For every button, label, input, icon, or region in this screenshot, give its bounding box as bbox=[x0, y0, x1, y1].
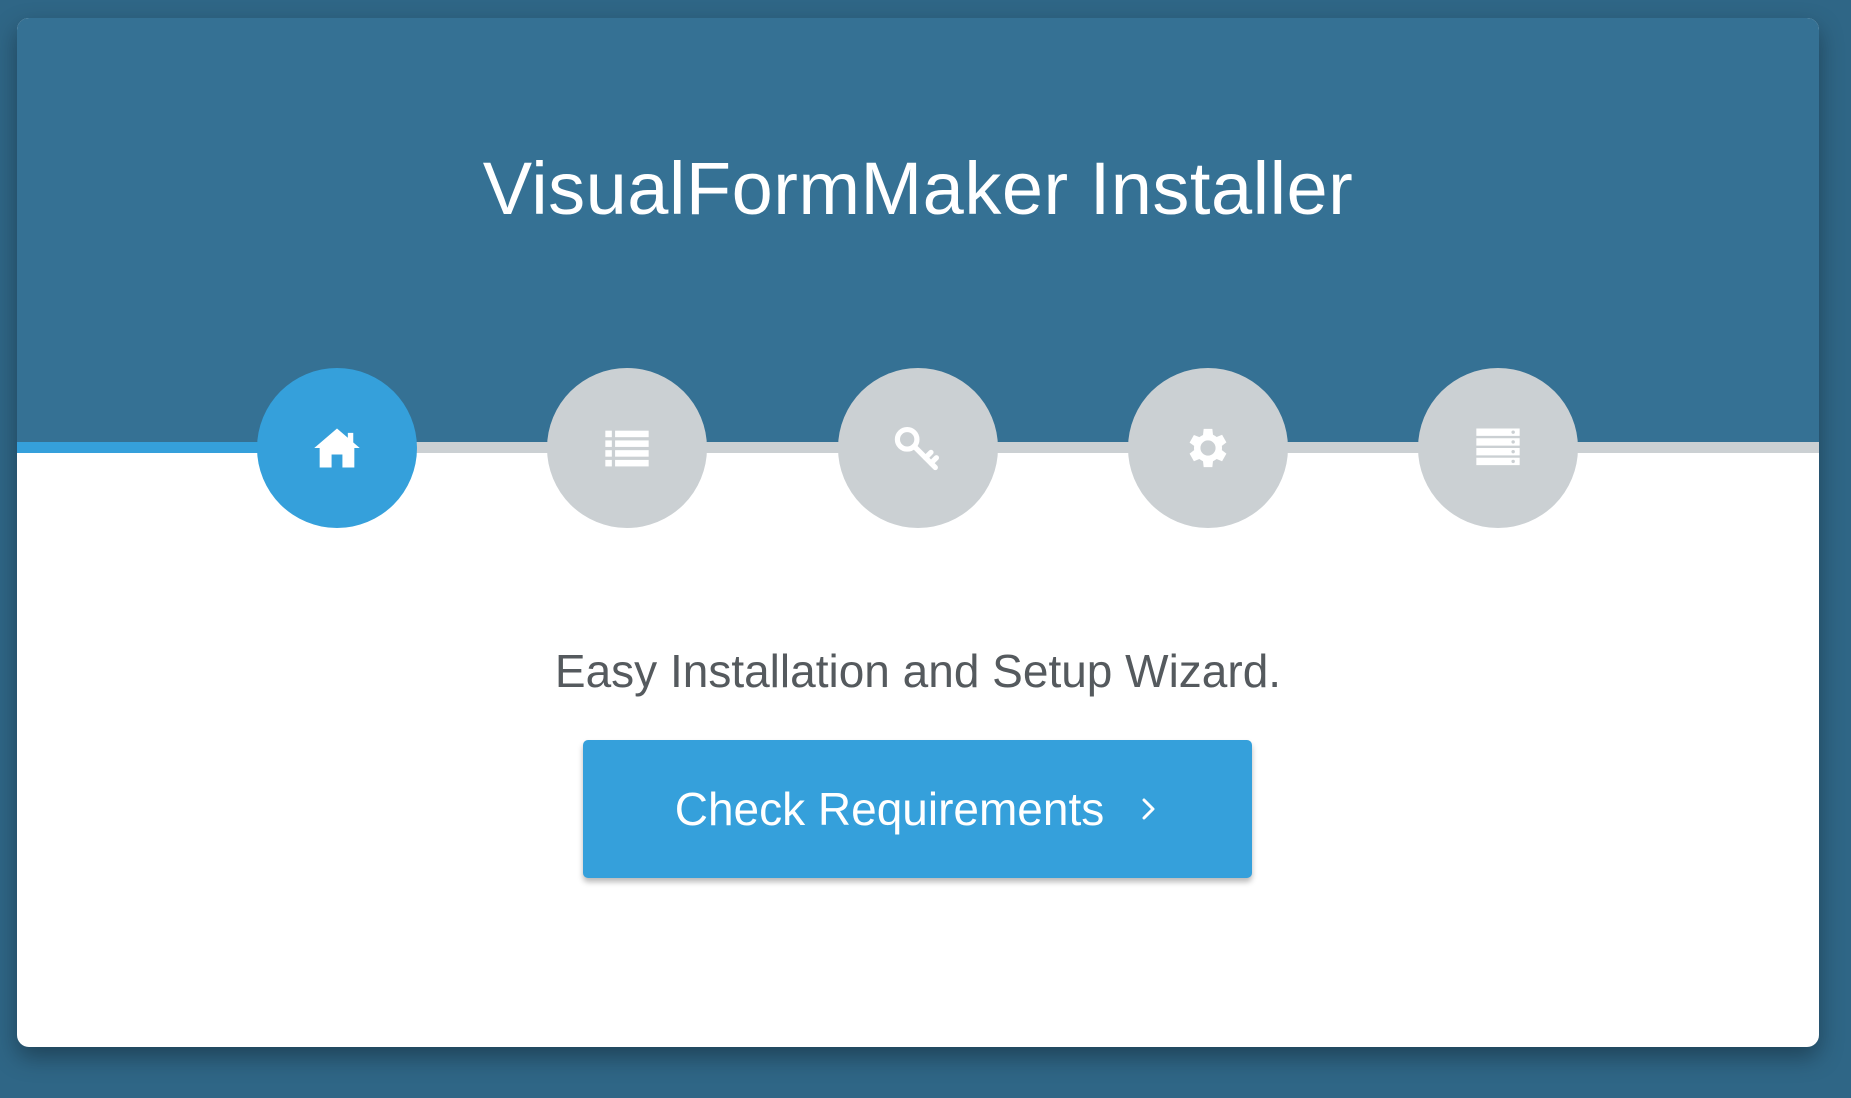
key-icon bbox=[894, 426, 940, 471]
server-icon bbox=[1476, 428, 1520, 466]
step-home[interactable] bbox=[257, 368, 417, 528]
chevron-right-icon bbox=[1142, 798, 1155, 820]
check-requirements-button[interactable]: Check Requirements bbox=[583, 740, 1252, 878]
list-icon bbox=[605, 430, 649, 467]
gear-icon bbox=[1189, 428, 1227, 468]
step-database[interactable] bbox=[1418, 368, 1578, 528]
home-icon bbox=[314, 428, 360, 468]
step-requirements[interactable] bbox=[547, 368, 707, 528]
installer-card: VisualFormMaker Installer Easy Installat… bbox=[17, 18, 1819, 1047]
page-title: VisualFormMaker Installer bbox=[482, 147, 1354, 230]
wizard-subtitle: Easy Installation and Setup Wizard. bbox=[554, 645, 1282, 697]
check-requirements-label: Check Requirements bbox=[674, 783, 1105, 835]
step-license[interactable] bbox=[838, 368, 998, 528]
step-settings[interactable] bbox=[1128, 368, 1288, 528]
